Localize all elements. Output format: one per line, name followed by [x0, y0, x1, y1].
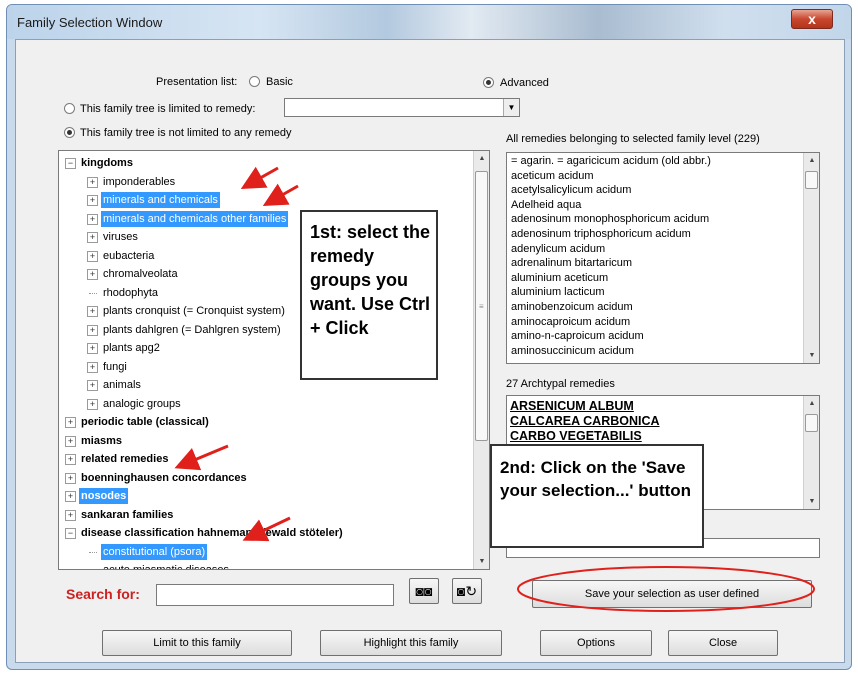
save-button-highlight-ellipse — [517, 566, 815, 612]
red-arrow-4 — [242, 516, 291, 542]
red-arrow-1 — [240, 166, 279, 189]
red-arrow-3 — [174, 444, 229, 471]
red-arrow-2 — [262, 183, 299, 206]
annotation-overlay — [174, 166, 815, 612]
